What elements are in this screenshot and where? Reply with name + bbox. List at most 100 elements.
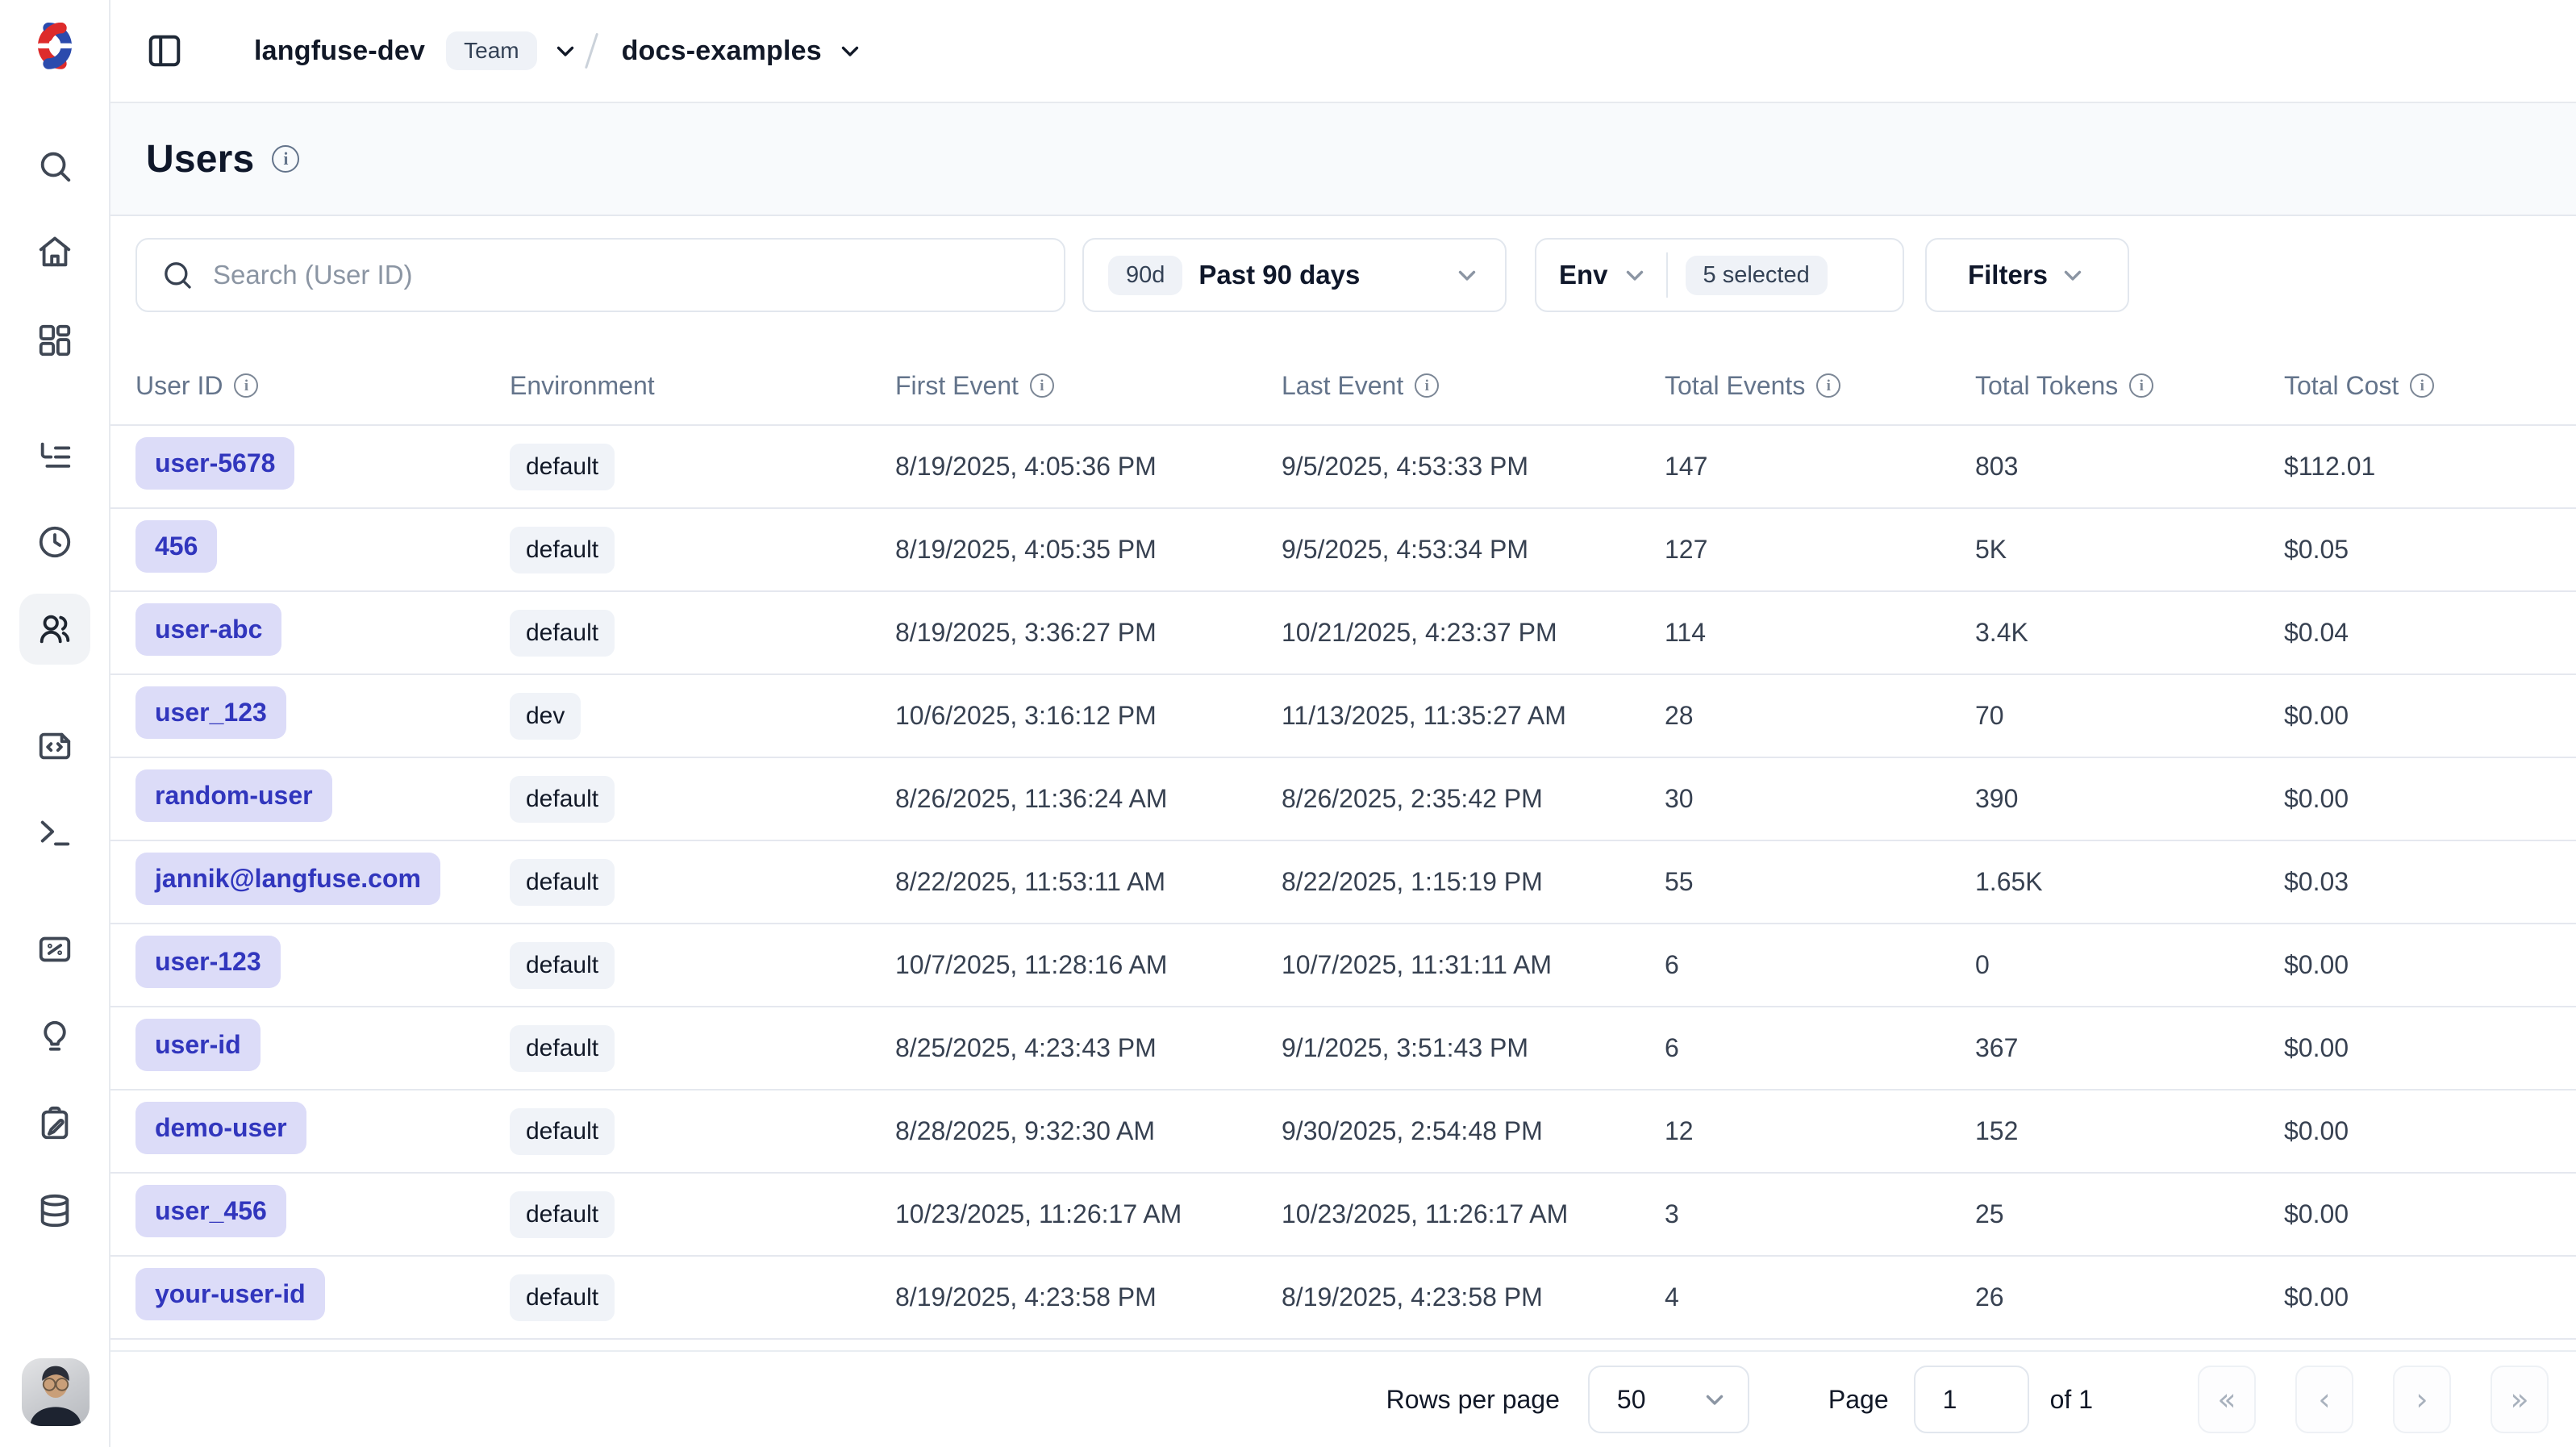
date-range-button[interactable]: 90d Past 90 days — [1082, 238, 1507, 312]
user-search-input[interactable] — [213, 260, 1040, 290]
total-cost-cell: $0.00 — [2284, 1116, 2549, 1146]
column-header[interactable]: Last Event i — [1282, 371, 1665, 401]
user-avatar[interactable] — [22, 1358, 90, 1426]
info-icon[interactable]: i — [1030, 373, 1054, 398]
table-row[interactable]: user_123 dev 10/6/2025, 3:16:12 PM 11/13… — [110, 673, 2576, 757]
sidebar-item-search[interactable] — [19, 131, 90, 202]
pagination-buttons: « ‹ › » — [2198, 1366, 2549, 1433]
total-tokens-cell: 26 — [1975, 1282, 2284, 1312]
table-body: user-5678 default 8/19/2025, 4:05:36 PM … — [110, 424, 2576, 1340]
sidebar-item-playground[interactable] — [19, 798, 90, 869]
column-header[interactable]: Environment — [510, 371, 895, 401]
filters-button[interactable]: Filters — [1925, 238, 2129, 312]
previous-page-button[interactable]: ‹ — [2295, 1366, 2353, 1433]
total-events-cell: 6 — [1665, 1033, 1975, 1063]
sidebar-item-home[interactable] — [19, 216, 90, 287]
table-row[interactable]: demo-user default 8/28/2025, 9:32:30 AM … — [110, 1089, 2576, 1172]
user-id-badge[interactable]: demo-user — [135, 1102, 306, 1154]
sidebar-item-datasets[interactable] — [19, 1175, 90, 1246]
first-event-cell: 10/6/2025, 3:16:12 PM — [895, 701, 1282, 731]
table-row[interactable]: user-123 default 10/7/2025, 11:28:16 AM … — [110, 923, 2576, 1006]
environment-badge: default — [510, 1108, 615, 1155]
avatar-photo — [22, 1358, 90, 1426]
info-icon[interactable]: i — [1816, 373, 1840, 398]
table-row[interactable]: jannik@langfuse.com default 8/22/2025, 1… — [110, 840, 2576, 923]
table-row[interactable]: user-abc default 8/19/2025, 3:36:27 PM 1… — [110, 590, 2576, 673]
table-row[interactable]: 456 default 8/19/2025, 4:05:35 PM 9/5/20… — [110, 507, 2576, 590]
next-page-button[interactable]: › — [2393, 1366, 2451, 1433]
column-header[interactable]: Total Cost i — [2284, 371, 2549, 401]
user-id-badge[interactable]: jannik@langfuse.com — [135, 853, 440, 905]
user-id-badge[interactable]: user-id — [135, 1019, 261, 1071]
last-event-cell: 9/5/2025, 4:53:33 PM — [1282, 452, 1665, 482]
last-event-cell: 8/26/2025, 2:35:42 PM — [1282, 784, 1665, 814]
environment-badge: default — [510, 1025, 615, 1072]
user-id-badge[interactable]: user_456 — [135, 1185, 286, 1237]
total-tokens-cell: 390 — [1975, 784, 2284, 814]
total-cost-cell: $112.01 — [2284, 452, 2549, 482]
home-icon — [36, 233, 73, 270]
sidebar-item-annotation[interactable] — [19, 1088, 90, 1159]
environment-filter-button[interactable]: Env 5 selected — [1535, 238, 1904, 312]
date-range-label: Past 90 days — [1198, 260, 1360, 290]
page-count-label: of 1 — [2050, 1385, 2093, 1415]
sidebar-item-prompts[interactable] — [19, 711, 90, 782]
date-range-badge: 90d — [1108, 256, 1182, 295]
rows-per-page-select[interactable]: 50 — [1588, 1366, 1749, 1433]
table-row[interactable]: user_456 default 10/23/2025, 11:26:17 AM… — [110, 1172, 2576, 1255]
user-id-badge[interactable]: 456 — [135, 520, 217, 573]
sidebar-item-users[interactable] — [19, 594, 90, 665]
environment-badge: default — [510, 527, 615, 573]
search-icon — [36, 148, 73, 185]
filter-bar: 90d Past 90 days Env 5 selected Filters — [135, 238, 2129, 312]
breadcrumb-org-name[interactable]: langfuse-dev — [254, 35, 425, 67]
column-header[interactable]: User ID i — [135, 371, 510, 401]
sidebar-item-evaluation[interactable] — [19, 914, 90, 985]
first-event-cell: 8/26/2025, 11:36:24 AM — [895, 784, 1282, 814]
table-row[interactable]: random-user default 8/26/2025, 11:36:24 … — [110, 757, 2576, 840]
first-page-button[interactable]: « — [2198, 1366, 2256, 1433]
page-number-input[interactable] — [1914, 1366, 2029, 1433]
chevron-down-icon — [1621, 261, 1649, 289]
last-event-cell: 9/30/2025, 2:54:48 PM — [1282, 1116, 1665, 1146]
first-event-cell: 8/28/2025, 9:32:30 AM — [895, 1116, 1282, 1146]
project-switcher-button[interactable] — [836, 37, 864, 65]
chevron-down-icon — [1453, 261, 1481, 289]
sidebar-toggle-button[interactable] — [146, 31, 186, 71]
environment-badge: default — [510, 776, 615, 823]
first-event-cell: 10/7/2025, 11:28:16 AM — [895, 950, 1282, 980]
table-row[interactable]: user-5678 default 8/19/2025, 4:05:36 PM … — [110, 424, 2576, 507]
info-icon[interactable]: i — [2410, 373, 2434, 398]
users-icon — [36, 611, 73, 648]
user-id-badge[interactable]: your-user-id — [135, 1268, 325, 1320]
column-header[interactable]: Total Tokens i — [1975, 371, 2284, 401]
lightbulb-icon — [36, 1018, 73, 1055]
users-table: User ID i Environment First Event i Last… — [110, 347, 2576, 1340]
user-id-badge[interactable]: user-abc — [135, 603, 281, 656]
env-selected-badge: 5 selected — [1686, 256, 1828, 295]
user-id-badge[interactable]: random-user — [135, 769, 332, 822]
column-header[interactable]: First Event i — [895, 371, 1282, 401]
sidebar-item-insights[interactable] — [19, 1001, 90, 1072]
info-icon[interactable]: i — [1415, 373, 1439, 398]
sidebar-item-tracing[interactable] — [19, 421, 90, 492]
sidebar-item-sessions[interactable] — [19, 507, 90, 578]
user-id-badge[interactable]: user_123 — [135, 686, 286, 739]
top-bar: langfuse-dev Team docs-examples — [110, 0, 2576, 103]
table-row[interactable]: user-id default 8/25/2025, 4:23:43 PM 9/… — [110, 1006, 2576, 1089]
last-page-button[interactable]: » — [2491, 1366, 2549, 1433]
user-id-badge[interactable]: user-5678 — [135, 437, 294, 490]
column-header[interactable]: Total Events i — [1665, 371, 1975, 401]
page-info-icon[interactable]: i — [272, 145, 299, 173]
org-switcher-button[interactable] — [552, 37, 579, 65]
clipboard-pen-icon — [36, 1105, 73, 1142]
user-id-badge[interactable]: user-123 — [135, 936, 281, 988]
column-header-label: Last Event — [1282, 371, 1403, 401]
info-icon[interactable]: i — [234, 373, 258, 398]
search-icon — [161, 259, 194, 291]
chevron-down-icon — [2059, 261, 2086, 289]
info-icon[interactable]: i — [2129, 373, 2153, 398]
breadcrumb-project-name[interactable]: docs-examples — [622, 35, 822, 67]
table-row[interactable]: your-user-id default 8/19/2025, 4:23:58 … — [110, 1255, 2576, 1338]
sidebar-item-dashboards[interactable] — [19, 305, 90, 376]
